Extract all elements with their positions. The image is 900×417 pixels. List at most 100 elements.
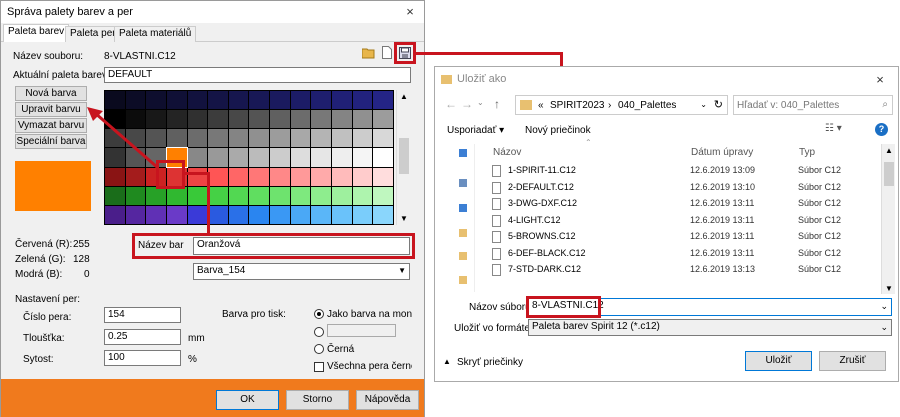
special-color-button[interactable]: Speciální barva [15,134,87,149]
back-icon[interactable]: ← [445,97,457,111]
palette-swatch[interactable] [352,167,373,186]
palette-swatch[interactable] [249,186,270,205]
palette-swatch[interactable] [373,148,393,167]
palette-swatch[interactable] [311,205,332,224]
help-icon[interactable]: ? [875,123,888,136]
nav-pane[interactable] [435,144,475,292]
file-list-item[interactable]: 4-LIGHT.C12 12.6.2019 13:11 Súbor C12 [492,214,892,229]
palette-swatch[interactable] [166,186,187,205]
recent-icon[interactable]: ⌄ [477,98,484,107]
pen-number-field[interactable]: 154 [104,307,181,323]
delete-color-button[interactable]: Vymazat barvu [15,118,87,133]
breadcrumb-spirit[interactable]: SPIRIT2023 [550,100,604,111]
col-name-header[interactable]: Názov [493,147,521,158]
new-color-button[interactable]: Nová barva [15,86,87,101]
new-folder-button[interactable]: Nový priečinok [525,125,591,136]
radio-custom-color[interactable] [314,327,324,337]
palette-swatch[interactable] [249,110,270,129]
palette-swatch[interactable] [166,205,187,224]
palette-swatch[interactable] [125,186,146,205]
file-list-item[interactable]: 6-DEF-BLACK.C12 12.6.2019 13:11 Súbor C12 [492,247,892,262]
hide-folders-link[interactable]: Skryť priečinky [457,357,523,368]
palette-swatch[interactable] [352,186,373,205]
palette-swatch[interactable] [228,205,249,224]
organize-button[interactable]: Usporiadať ▾ [447,125,504,136]
palette-swatch[interactable] [373,129,393,148]
palette-swatch[interactable] [290,205,311,224]
view-options-icon[interactable]: ☷ ▾ [825,123,842,134]
palette-swatch[interactable] [208,167,228,186]
save-close-icon[interactable]: × [870,71,890,89]
palette-swatch[interactable] [249,205,270,224]
palette-swatch[interactable] [373,186,393,205]
palette-swatch[interactable] [290,167,311,186]
collapse-icon[interactable]: ▲ [443,357,451,366]
nav-item-icon[interactable] [459,149,467,157]
palette-swatch[interactable] [208,148,228,167]
palette-swatch[interactable] [228,186,249,205]
palette-swatch[interactable] [125,205,146,224]
palette-swatch[interactable] [352,129,373,148]
palette-swatch[interactable] [270,167,290,186]
palette-swatch[interactable] [208,205,228,224]
palette-swatch[interactable] [311,91,332,110]
palette-swatch[interactable] [187,205,208,224]
edit-color-button[interactable]: Upravit barvu [15,102,87,117]
palette-swatch[interactable] [352,205,373,224]
palette-swatch[interactable] [228,129,249,148]
up-icon[interactable]: ↑ [494,97,500,111]
search-box[interactable]: Hľadať v: 040_Palettes ⌕ [733,95,893,115]
thickness-field[interactable]: 0.25 [104,329,181,345]
palette-swatch[interactable] [208,129,228,148]
file-list-item[interactable]: 1-SPIRIT-11.C12 12.6.2019 13:09 Súbor C12 [492,164,892,179]
format-select[interactable]: Paleta barev Spirit 12 (*.c12) ⌄ [528,319,892,336]
palette-swatch[interactable] [373,205,393,224]
nav-item-icon[interactable] [459,276,467,284]
radio-monitor-color[interactable] [314,309,324,319]
palette-swatch[interactable] [332,91,352,110]
palette-swatch[interactable] [332,110,352,129]
palette-swatch[interactable] [332,148,352,167]
palette-swatch[interactable] [166,129,187,148]
close-icon[interactable]: × [400,3,420,21]
color-id-select[interactable]: Barva_154 ▼ [193,263,410,280]
saturation-field[interactable]: 100 [104,350,181,366]
palette-swatch[interactable] [332,129,352,148]
palette-swatch[interactable] [105,186,125,205]
palette-swatch[interactable] [187,167,208,186]
palette-swatch[interactable] [373,91,393,110]
palette-swatch[interactable] [228,148,249,167]
palette-swatch[interactable] [228,110,249,129]
open-folder-icon[interactable] [361,47,375,59]
file-list-item[interactable]: 7-STD-DARK.C12 12.6.2019 13:13 Súbor C12 [492,263,892,278]
tab-pen-palette[interactable]: Paleta per [65,26,121,42]
palette-swatch[interactable] [270,110,290,129]
scroll-down-icon[interactable]: ▼ [400,214,408,223]
file-list-item[interactable]: 2-DEFAULT.C12 12.6.2019 13:10 Súbor C12 [492,181,892,196]
col-date-header[interactable]: Dátum úpravy [691,147,753,158]
palette-swatch[interactable] [270,186,290,205]
custom-color-field[interactable] [327,324,396,337]
file-list-item[interactable]: 3-DWG-DXF.C12 12.6.2019 13:11 Súbor C12 [492,197,892,212]
palette-swatch[interactable] [187,91,208,110]
nav-item-icon[interactable] [459,179,467,187]
palette-swatch[interactable] [187,129,208,148]
palette-swatch[interactable] [228,91,249,110]
palette-swatch[interactable] [270,129,290,148]
palette-swatch[interactable] [187,148,208,167]
palette-swatch[interactable] [228,167,249,186]
palette-swatch[interactable] [290,91,311,110]
palette-swatch[interactable] [208,91,228,110]
all-pens-black-checkbox[interactable] [314,362,324,372]
current-palette-field[interactable]: DEFAULT [104,67,411,83]
palette-swatch[interactable] [352,148,373,167]
palette-swatch[interactable] [270,148,290,167]
nav-item-icon[interactable] [459,252,467,260]
palette-swatch[interactable] [311,110,332,129]
save-button[interactable]: Uložiť [745,351,812,371]
palette-swatch[interactable] [146,186,166,205]
palette-swatch[interactable] [290,129,311,148]
palette-swatch[interactable] [146,205,166,224]
palette-swatch[interactable] [125,167,146,186]
tab-material-palette[interactable]: Paleta materiálů [114,26,197,42]
